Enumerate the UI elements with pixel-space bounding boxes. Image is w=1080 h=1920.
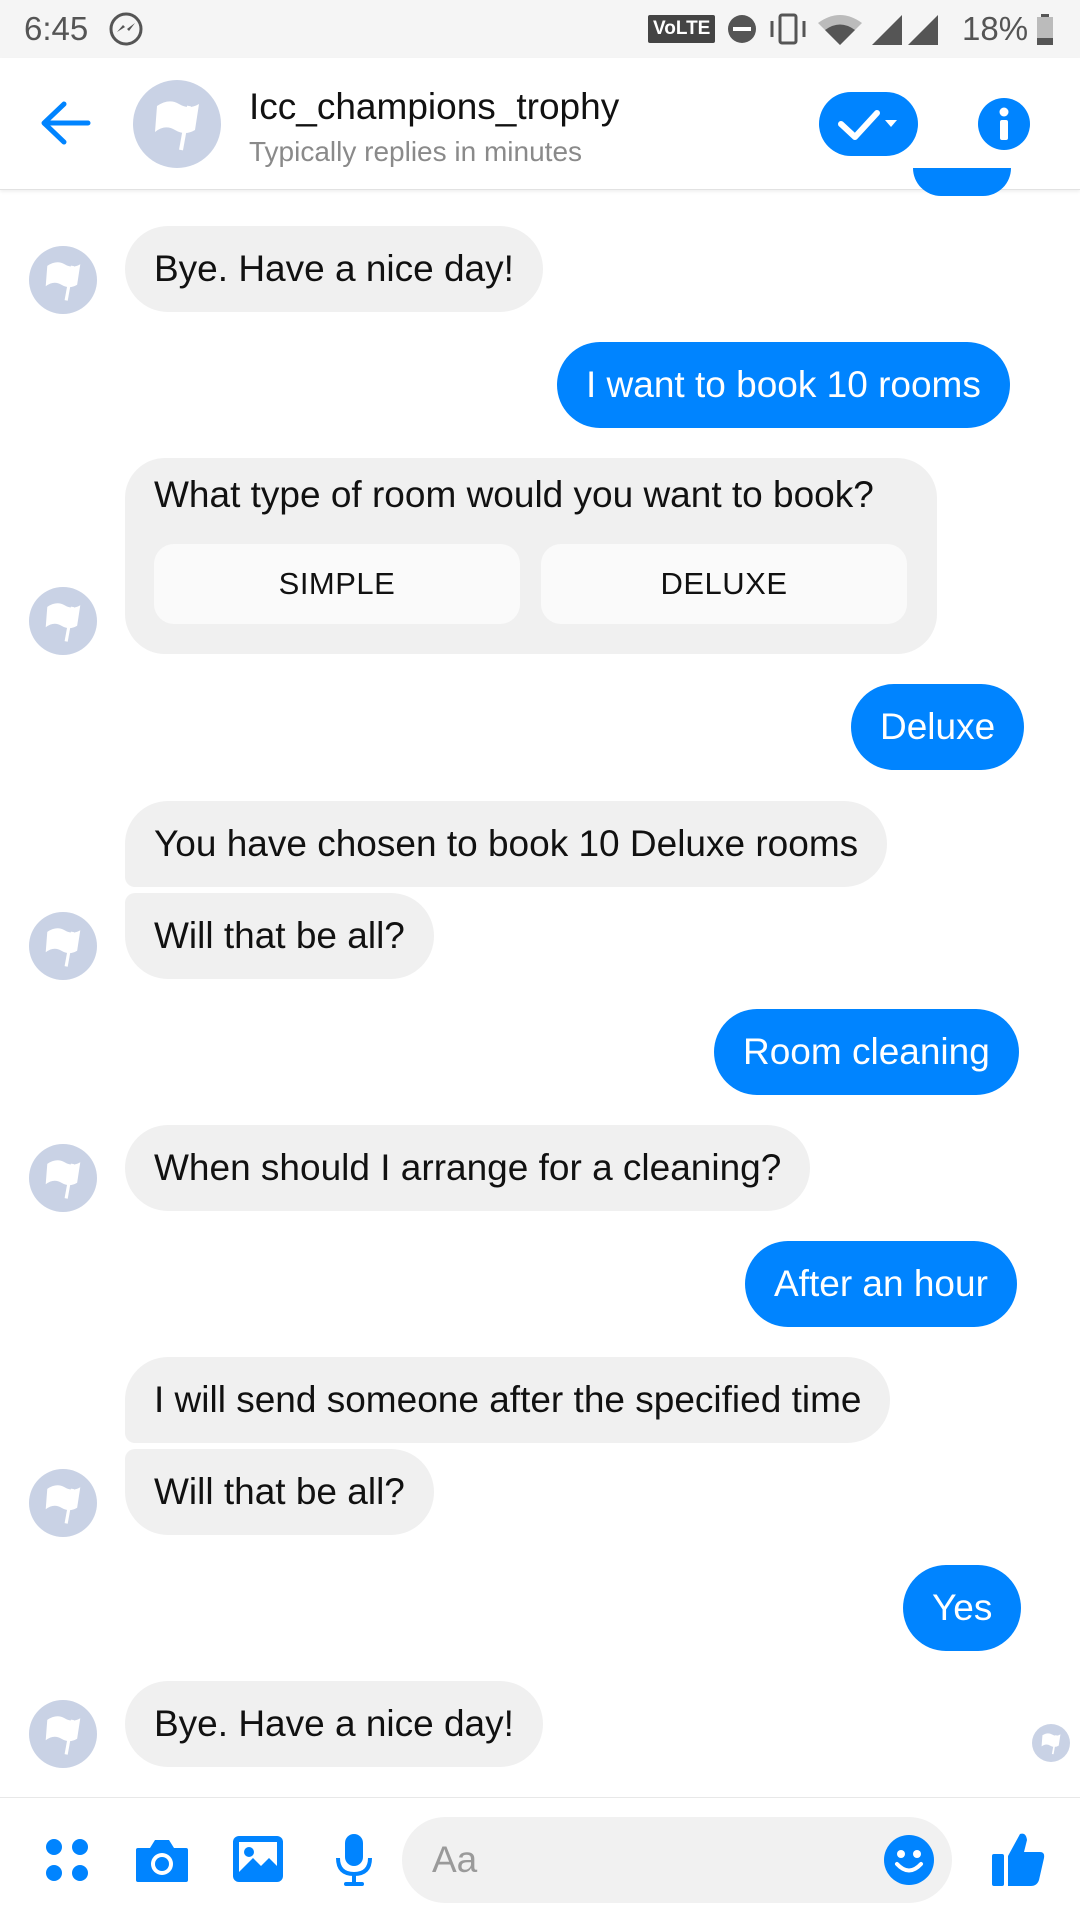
do-not-disturb-icon [728,15,756,43]
flag-icon [45,1160,81,1199]
outgoing-message[interactable]: Room cleaning [714,1009,1019,1095]
volte-badge: VoLTE [648,15,716,43]
signal-icon [872,15,938,45]
camera-icon[interactable] [134,1836,190,1889]
bot-avatar [29,1144,97,1212]
flag-icon [45,1716,81,1755]
wifi-icon [818,15,862,45]
outgoing-message[interactable]: Deluxe [851,684,1025,770]
read-receipt-avatar [1032,1724,1070,1762]
conversation-subtitle: Typically replies in minutes [249,136,583,167]
incoming-message[interactable]: You have chosen to book 10 Deluxe rooms [125,801,888,887]
bot-avatar [29,1469,97,1537]
outgoing-message[interactable]: After an hour [745,1241,1017,1327]
bot-avatar [29,587,97,655]
outgoing-message[interactable]: Yes [903,1565,1022,1651]
outgoing-message[interactable]: I want to book 10 rooms [557,342,1010,428]
message-input-wrapper[interactable] [402,1817,952,1903]
previous-message-bubble[interactable] [913,168,1011,196]
messenger-icon [108,11,144,52]
info-icon [999,107,1009,140]
back-arrow-icon [41,101,91,145]
incoming-message[interactable]: I will send someone after the specified … [125,1357,891,1443]
quick-reply-simple-button[interactable]: SIMPLE [154,544,520,624]
status-icons [722,11,954,52]
vibrate-icon [770,13,806,45]
mark-done-button[interactable] [819,92,918,156]
flag-icon [45,603,81,642]
bot-avatar [29,1700,97,1768]
conversation-title: Icc_champions_trophy [249,86,620,127]
apps-icon[interactable] [44,1837,90,1888]
info-button[interactable] [978,98,1030,150]
flag-icon [45,928,81,967]
message-input[interactable] [430,1817,850,1903]
battery-icon [1036,14,1054,51]
flag-icon [155,101,199,151]
microphone-icon[interactable] [334,1832,374,1893]
incoming-message[interactable]: Will that be all? [125,1449,434,1535]
flag-icon [45,1485,81,1524]
page-avatar[interactable] [133,80,221,168]
thumbs-up-icon[interactable] [990,1830,1046,1893]
bot-avatar [29,912,97,980]
status-time: 6:45 [24,10,89,47]
status-bar: 6:45 VoLTE 18% [0,0,1080,58]
battery-percent: 18% [962,10,1029,47]
flag-icon [1041,1733,1061,1755]
message-composer [0,1797,1080,1920]
gallery-icon[interactable] [231,1834,285,1889]
incoming-message[interactable]: Bye. Have a nice day! [125,1681,543,1767]
checkmark-icon [838,110,897,140]
quick-reply-question: What type of room would you want to book… [154,474,874,515]
incoming-message[interactable]: Bye. Have a nice day! [125,226,543,312]
incoming-message[interactable]: When should I arrange for a cleaning? [125,1125,811,1211]
incoming-message[interactable]: Will that be all? [125,893,434,979]
emoji-icon[interactable] [882,1833,936,1892]
back-button[interactable] [38,98,94,148]
bot-avatar [29,246,97,314]
quick-reply-card: What type of room would you want to book… [125,458,937,654]
quick-reply-deluxe-button[interactable]: DELUXE [541,544,907,624]
flag-icon [45,262,81,301]
